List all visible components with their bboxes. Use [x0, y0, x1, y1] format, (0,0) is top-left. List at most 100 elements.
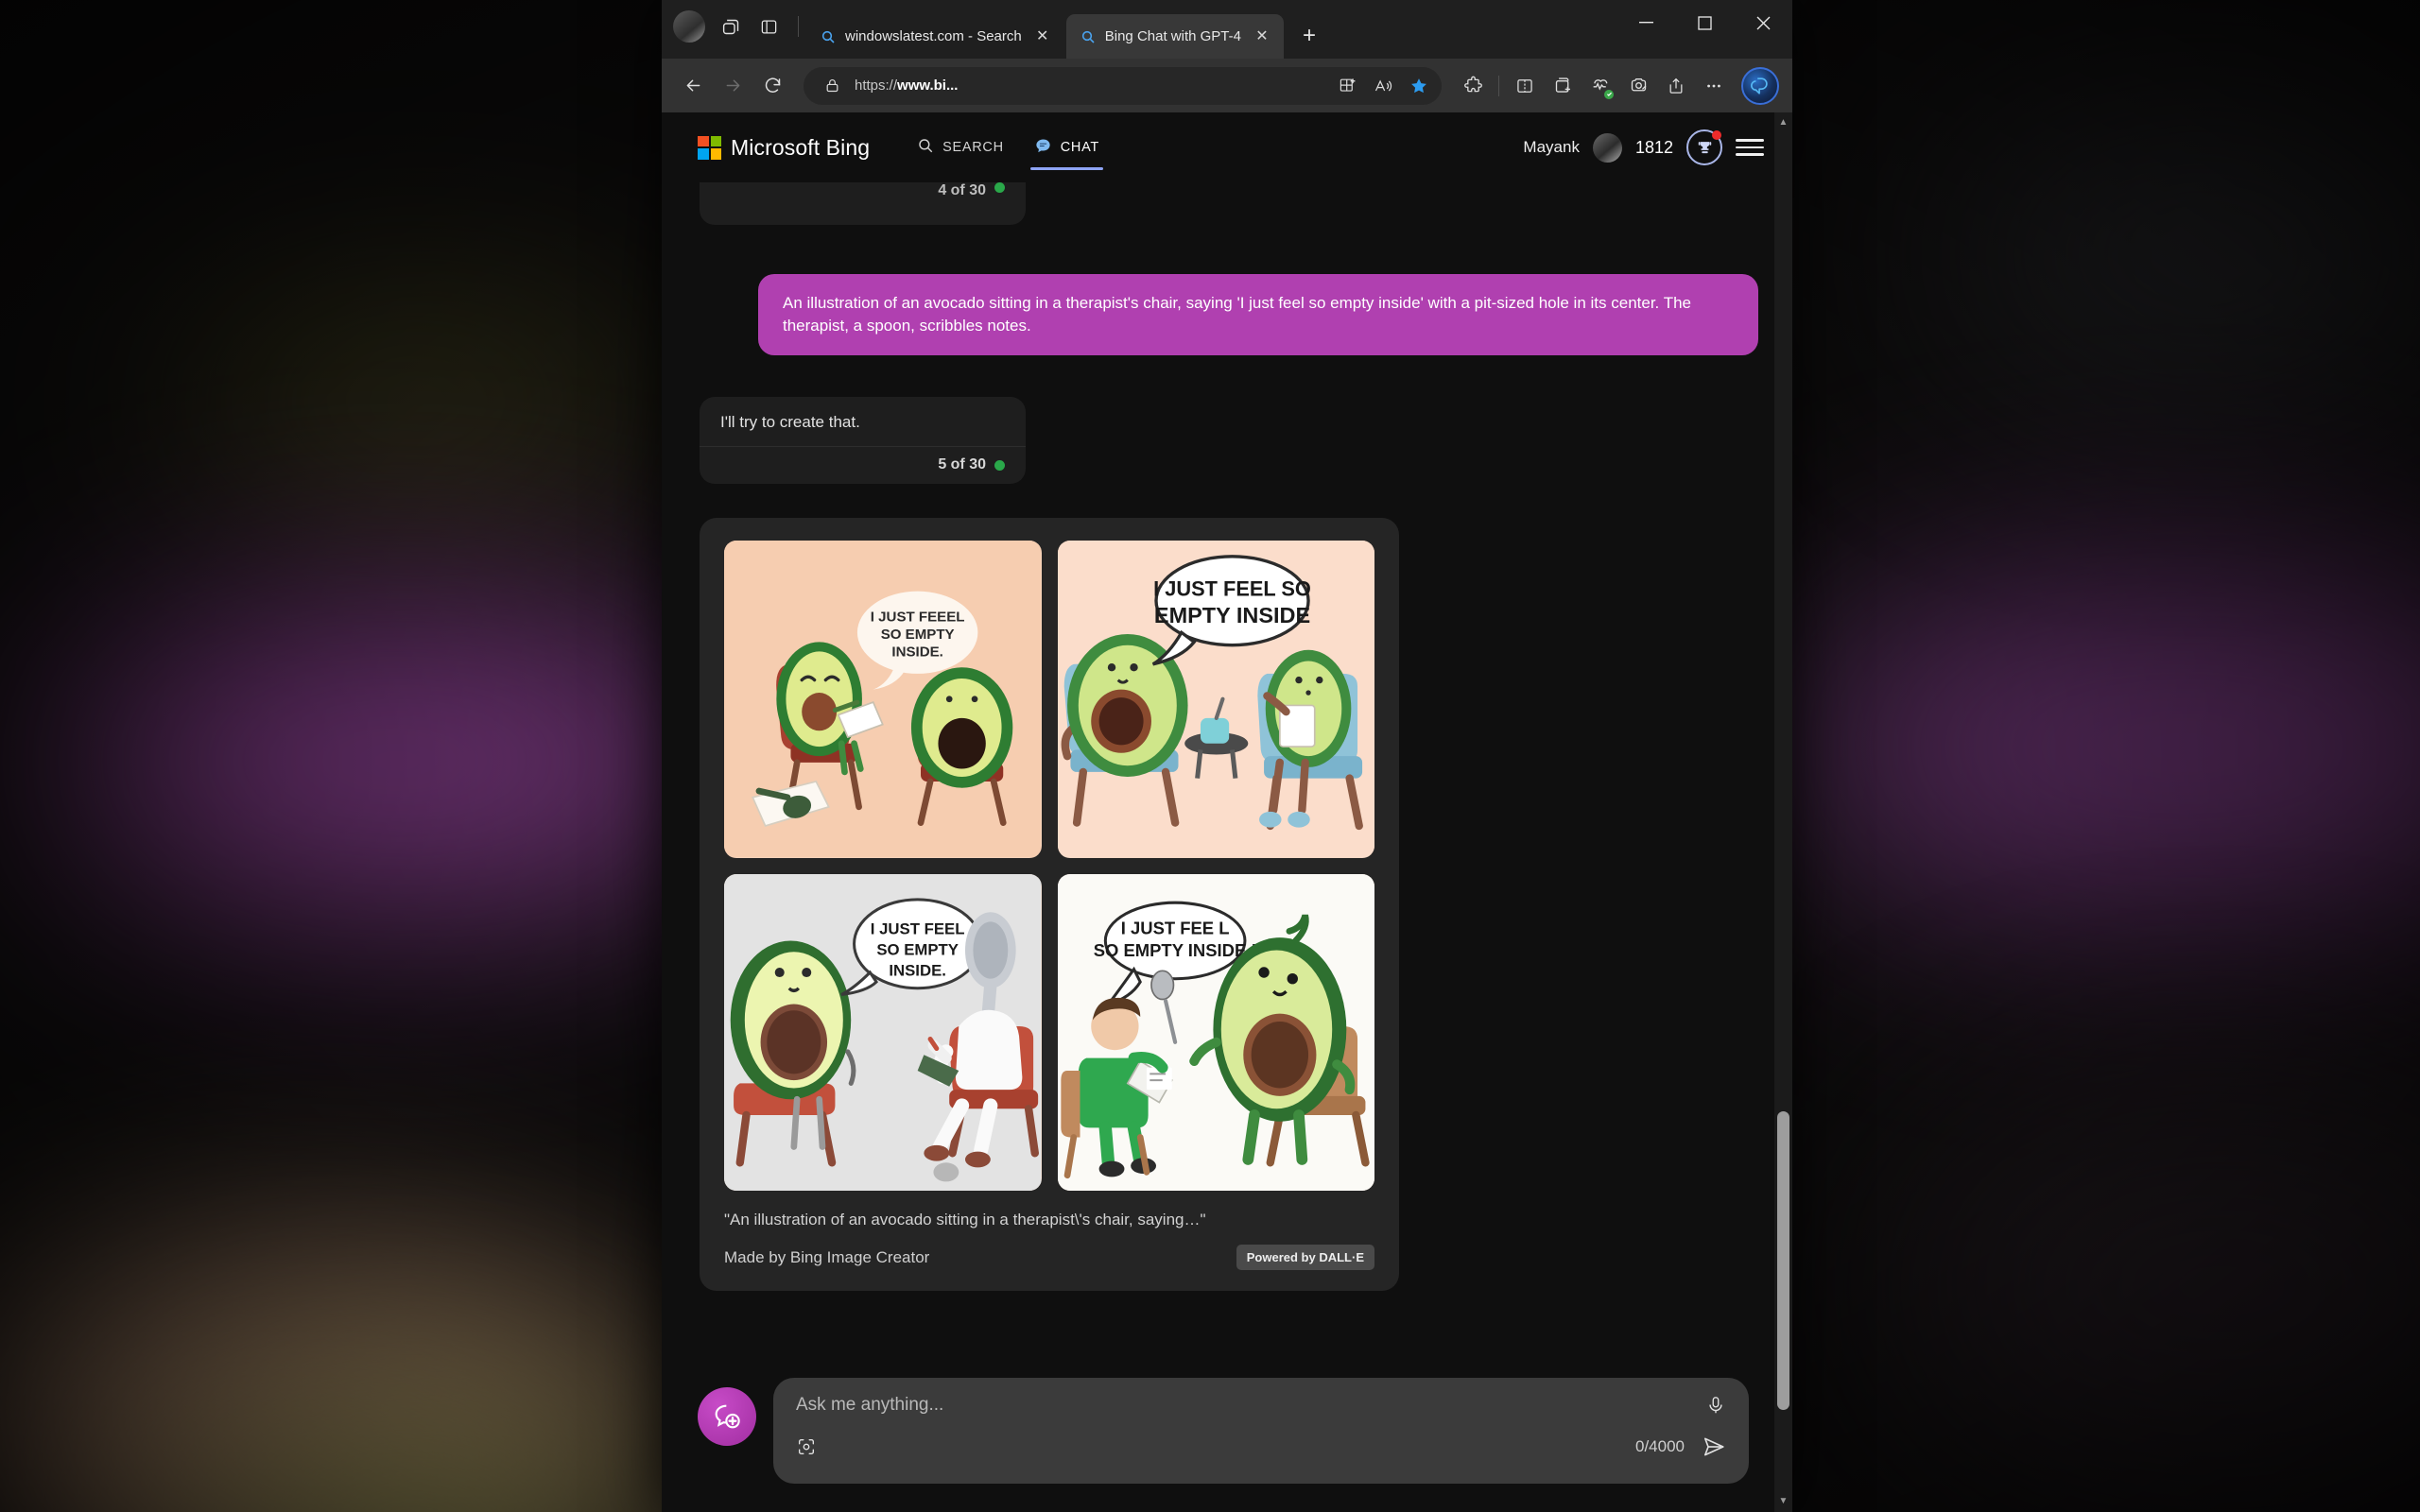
chat-input-actions: 0/4000 — [796, 1435, 1726, 1459]
chat-input-row: Ask me anything... — [796, 1395, 1726, 1416]
scroll-up-arrow-icon[interactable]: ▲ — [1779, 112, 1789, 133]
svg-text:I JUST FEEEL: I JUST FEEEL — [871, 610, 965, 626]
bing-search-icon — [820, 28, 837, 45]
svg-text:I JUST FEEL SO: I JUST FEEL SO — [1153, 577, 1311, 601]
tab-close-button[interactable]: ✕ — [1030, 25, 1055, 49]
tab-search-label: SEARCH — [942, 140, 1004, 155]
read-aloud-icon[interactable] — [1370, 73, 1396, 99]
bing-search-icon — [1080, 28, 1097, 45]
tab-title: Bing Chat with GPT-4 — [1104, 28, 1241, 44]
browser-window: windowslatest.com - Search ✕ Bing Chat w… — [662, 0, 1792, 1512]
browser-tab-1[interactable]: windowslatest.com - Search ✕ — [806, 14, 1064, 59]
bot-message-bubble: I'll try to create that. 5 of 30 — [700, 397, 1026, 485]
generated-image-1[interactable]: I JUST FEEEL SO EMPTY INSIDE. — [724, 541, 1042, 858]
image-prompt-caption: "An illustration of an avocado sitting i… — [724, 1211, 1206, 1229]
favorite-star-icon[interactable] — [1406, 73, 1432, 99]
bing-chat-page: Microsoft Bing SEARCH CHAT Mayank 1812 4… — [662, 112, 1792, 1512]
address-bar[interactable]: https://www.bi... — [804, 66, 1442, 105]
scrollbar-thumb[interactable] — [1777, 1110, 1789, 1410]
image-grid: I JUST FEEEL SO EMPTY INSIDE. I JUST FEE… — [724, 541, 1374, 1192]
visual-search-icon[interactable] — [796, 1436, 817, 1457]
bot-message-text: I'll try to create that. — [720, 413, 860, 432]
divider — [798, 16, 799, 37]
window-controls — [1616, 0, 1792, 45]
scrollbar-track[interactable] — [1774, 133, 1792, 1491]
new-tab-button[interactable]: + — [1291, 18, 1327, 54]
image-card-footer: Made by Bing Image Creator Powered by DA… — [724, 1245, 1374, 1271]
image-results-card: I JUST FEEEL SO EMPTY INSIDE. I JUST FEE… — [700, 518, 1399, 1292]
page-scrollbar[interactable]: ▲ ▼ — [1774, 112, 1792, 1512]
back-icon[interactable] — [675, 68, 711, 104]
split-screen-icon[interactable] — [1507, 68, 1543, 104]
screenshot-icon[interactable] — [1620, 68, 1656, 104]
forward-icon[interactable] — [715, 68, 751, 104]
split-pane-icon[interactable] — [752, 10, 785, 43]
rewards-points: 1812 — [1634, 137, 1673, 157]
user-name: Mayank — [1523, 138, 1580, 156]
chat-messages: 4 of 30 An illustration of an avocado si… — [700, 182, 1758, 1292]
hamburger-menu-icon[interactable] — [1736, 139, 1764, 156]
tab-chat-label: CHAT — [1060, 140, 1099, 155]
tab-strip: windowslatest.com - Search ✕ Bing Chat w… — [662, 0, 1792, 59]
message-counter: 5 of 30 — [938, 456, 986, 473]
chat-scroll-area[interactable]: 4 of 30 An illustration of an avocado si… — [662, 182, 1792, 1365]
previous-message-clipped: 4 of 30 — [700, 182, 1026, 225]
bing-header-right: Mayank 1812 — [1523, 129, 1764, 165]
browser-essentials-icon[interactable] — [1582, 68, 1618, 104]
profile-avatar[interactable] — [673, 10, 705, 43]
lock-icon — [819, 73, 845, 99]
bing-nav-tabs: SEARCH CHAT — [906, 112, 1111, 182]
bing-wordmark: Microsoft Bing — [731, 134, 871, 160]
svg-text:INSIDE.: INSIDE. — [889, 961, 946, 979]
chat-input[interactable]: Ask me anything... — [796, 1395, 1705, 1416]
tab-title: windowslatest.com - Search — [845, 28, 1022, 44]
refresh-icon[interactable] — [754, 68, 790, 104]
browser-toolbar: https://www.bi... — [662, 59, 1792, 112]
microsoft-bing-logo[interactable]: Microsoft Bing — [698, 135, 870, 161]
scroll-down-arrow-icon[interactable]: ▼ — [1779, 1491, 1789, 1512]
chat-input-container[interactable]: Ask me anything... 0/4000 — [773, 1378, 1749, 1484]
microsoft-logo-icon — [698, 135, 721, 160]
share-icon[interactable] — [1658, 68, 1694, 104]
chat-composer: Ask me anything... 0/4000 — [662, 1365, 1792, 1512]
tab-close-button[interactable]: ✕ — [1250, 25, 1274, 49]
status-dot-icon — [994, 459, 1005, 471]
generated-image-2[interactable]: I JUST FEEL SO EMPTY INSIDE — [1057, 541, 1374, 858]
minimize-button[interactable] — [1616, 0, 1675, 45]
url-text: https://www.bi... — [855, 77, 959, 94]
extensions-icon[interactable] — [1455, 68, 1491, 104]
svg-text:INSIDE.: INSIDE. — [891, 644, 942, 661]
bot-message-meta: 5 of 30 — [700, 446, 1026, 484]
send-icon[interactable] — [1702, 1435, 1726, 1459]
more-options-icon[interactable] — [1696, 68, 1732, 104]
user-message-bubble: An illustration of an avocado sitting in… — [758, 274, 1758, 356]
generated-image-3[interactable]: I JUST FEEL SO EMPTY INSIDE. — [724, 873, 1042, 1192]
svg-text:I JUST FEE L: I JUST FEE L — [1120, 918, 1229, 937]
tab-chat[interactable]: CHAT — [1023, 112, 1111, 182]
collections-icon[interactable] — [1545, 68, 1581, 104]
tab-actions-icon[interactable] — [715, 10, 747, 43]
tab-search[interactable]: SEARCH — [906, 112, 1015, 182]
generated-image-4[interactable]: I JUST FEE L SO EMPTY INSIDE ! — [1057, 873, 1374, 1192]
divider — [1498, 75, 1499, 96]
app-install-icon[interactable] — [1334, 73, 1360, 99]
message-counter: 4 of 30 — [938, 182, 986, 198]
status-dot-icon — [994, 182, 1005, 193]
svg-text:I JUST FEEL: I JUST FEEL — [871, 919, 965, 937]
svg-text:SO EMPTY INSIDE !: SO EMPTY INSIDE ! — [1093, 940, 1256, 960]
chat-bubble-icon — [1034, 137, 1052, 159]
new-topic-button[interactable] — [698, 1387, 756, 1446]
avatar[interactable] — [1592, 132, 1622, 163]
search-icon — [917, 137, 934, 158]
copilot-icon[interactable] — [1741, 66, 1779, 105]
browser-tab-2[interactable]: Bing Chat with GPT-4 ✕ — [1065, 14, 1284, 59]
maximize-button[interactable] — [1675, 0, 1734, 45]
notification-dot — [1712, 130, 1721, 140]
microphone-icon[interactable] — [1705, 1395, 1726, 1416]
close-button[interactable] — [1734, 0, 1792, 45]
made-by-label: Made by Bing Image Creator — [724, 1247, 930, 1266]
svg-text:EMPTY INSIDE: EMPTY INSIDE — [1153, 603, 1309, 627]
character-counter: 0/4000 — [1635, 1437, 1685, 1455]
rewards-trophy-icon[interactable] — [1686, 129, 1722, 165]
bing-header: Microsoft Bing SEARCH CHAT Mayank 1812 — [662, 112, 1792, 182]
